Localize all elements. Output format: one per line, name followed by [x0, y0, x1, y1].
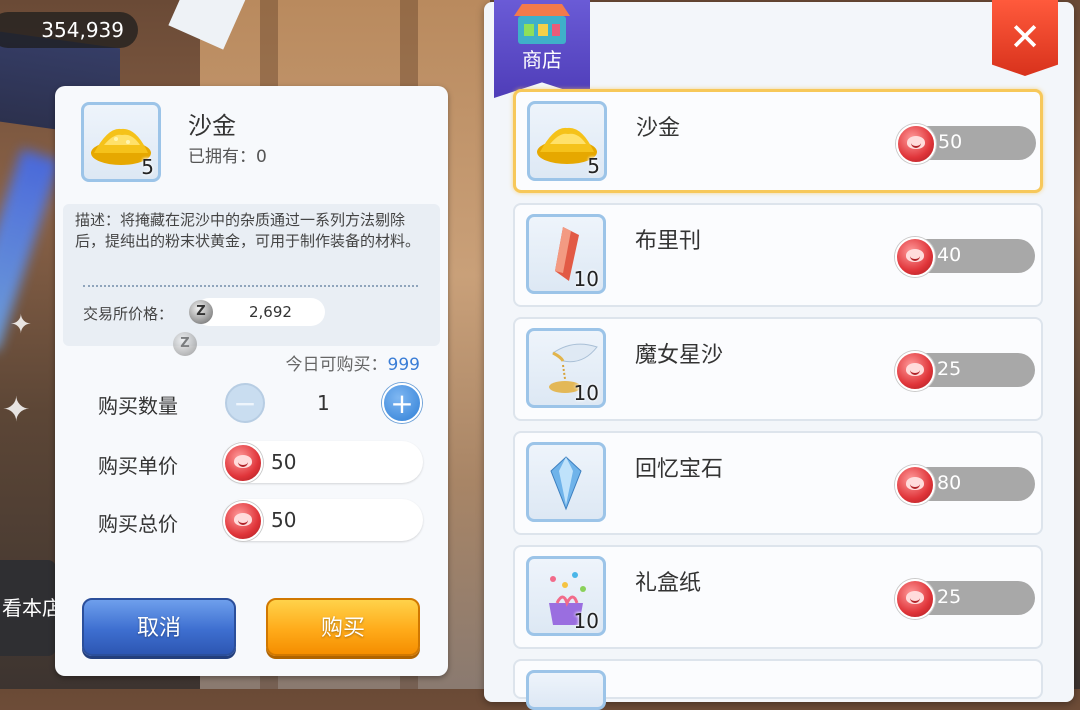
shop-item-price-value: 50 — [938, 131, 963, 153]
buy-button[interactable]: 购买 — [266, 598, 420, 656]
total-price-label: 购买总价 — [98, 512, 178, 536]
shop-item-count: 10 — [573, 609, 599, 633]
close-button[interactable]: ✕ — [992, 0, 1058, 76]
ruby-currency-icon — [895, 351, 935, 391]
owned-count: 已拥有：0 — [188, 147, 267, 167]
shop-item-price-value: 25 — [937, 586, 962, 608]
unit-price-label: 购买单价 — [98, 454, 178, 478]
blue-gem-icon — [550, 456, 582, 511]
shop-item-count: 10 — [573, 267, 599, 291]
shop-item-frame: 5 — [527, 101, 607, 181]
shop-item-count: 5 — [587, 154, 600, 178]
shop-item-frame: 10 — [526, 328, 606, 408]
decrease-quantity-button[interactable]: − — [225, 383, 265, 423]
currency-display: 354,939 — [0, 12, 138, 48]
quantity-label: 购买数量 — [98, 394, 178, 418]
total-price-field: 50 — [223, 499, 423, 541]
item-description: 描述：将掩藏在泥沙中的杂质通过一系列方法剔除后，提纯出的粉末状黄金，可用于制作装… — [75, 211, 421, 250]
shop-item-partial[interactable] — [513, 659, 1043, 710]
sparkle-icon: ✦ — [10, 310, 32, 340]
view-shop-button[interactable]: 看本店 — [0, 560, 56, 656]
daily-limit: 今日可购买：999 — [286, 350, 420, 375]
divider — [83, 285, 418, 287]
shop-item-name: 沙金 — [636, 116, 681, 141]
shop-item[interactable]: 10 礼盒纸 25 — [513, 545, 1043, 649]
shop-item-name: 回忆宝石 — [635, 457, 724, 482]
ruby-currency-icon — [896, 124, 936, 164]
exchange-price-label: 交易所价格： — [83, 305, 174, 323]
shop-item[interactable]: 10 魔女星沙 25 — [513, 317, 1043, 421]
unit-price-field: 50 — [223, 441, 423, 483]
shop-item-name: 礼盒纸 — [635, 571, 702, 596]
shop-item-frame: 10 — [526, 214, 606, 294]
shop-item-name: 布里刊 — [635, 229, 702, 254]
detail-item-frame: 5 — [81, 102, 161, 182]
sparkle-icon: ✦ — [2, 390, 31, 430]
ruby-currency-icon — [895, 237, 935, 277]
item-count: 5 — [141, 155, 154, 179]
shop-item-price: 40 — [895, 237, 1035, 277]
shop-tag-label: 商店 — [522, 48, 562, 72]
cancel-button[interactable]: 取消 — [82, 598, 236, 656]
quantity-value[interactable]: 1 — [317, 391, 330, 415]
shop-item-price-value: 25 — [937, 358, 962, 380]
shop-item[interactable]: 5 沙金 50 — [513, 89, 1043, 193]
shop-item-frame: 10 — [526, 556, 606, 636]
shop-item[interactable]: 回忆宝石 80 — [513, 431, 1043, 535]
shop-item-price: 25 — [895, 351, 1035, 391]
shop-item-price: 25 — [895, 579, 1035, 619]
shop-item-count: 10 — [573, 381, 599, 405]
item-name: 沙金 — [188, 112, 236, 140]
unit-price-value: 50 — [271, 450, 297, 474]
zeny-coin-icon: Z — [173, 332, 197, 356]
zeny-coin-icon: Z — [189, 300, 213, 324]
shop-item-name: 魔女星沙 — [635, 343, 724, 368]
ruby-currency-icon — [895, 465, 935, 505]
shop-item-price-value: 80 — [937, 472, 962, 494]
shop-item-price: 80 — [895, 465, 1035, 505]
shop-stall-icon — [514, 4, 570, 44]
item-detail-panel: 5 沙金 已拥有：0 描述：将掩藏在泥沙中的杂质通过一系列方法剔除后，提纯出的粉… — [55, 86, 448, 676]
increase-quantity-button[interactable]: + — [382, 383, 422, 423]
shop-item-price-value: 40 — [937, 244, 962, 266]
exchange-price-value: 2,692 — [249, 303, 292, 321]
daily-limit-value: 999 — [387, 355, 420, 375]
total-price-value: 50 — [271, 508, 297, 532]
ruby-currency-icon — [223, 501, 263, 541]
shop-item[interactable]: 10 布里刊 40 — [513, 203, 1043, 307]
shop-item-frame — [526, 670, 606, 710]
ruby-currency-icon — [223, 443, 263, 483]
daily-limit-label: 今日可购买： — [285, 355, 388, 375]
ruby-currency-icon — [895, 579, 935, 619]
shop-item-frame — [526, 442, 606, 522]
shop-item-price: 50 — [896, 124, 1036, 164]
